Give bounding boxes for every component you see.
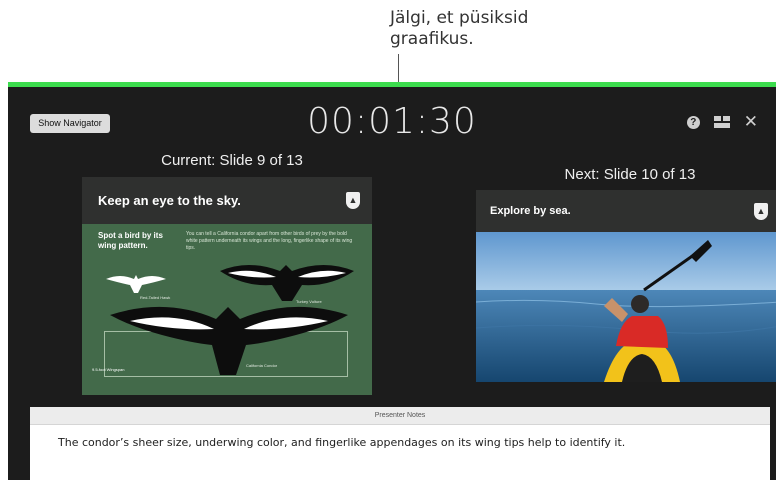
layout-cell <box>713 116 721 121</box>
presenter-display: Show Navigator 00:01:30 ? ✕ Current: Sli… <box>8 87 776 480</box>
current-slide-title: Keep an eye to the sky. <box>98 193 241 208</box>
current-slide-body: You can tell a California condor apart f… <box>186 231 353 251</box>
park-badge-icon: ▲ <box>754 202 768 220</box>
top-right-controls: ? ✕ <box>686 114 758 131</box>
layout-cell <box>713 123 730 128</box>
elapsed-timer[interactable]: 00:01:30 <box>8 101 776 142</box>
next-slide-title: Explore by sea. <box>490 205 571 217</box>
presenter-notes-header: Presenter Notes <box>30 407 770 425</box>
presenter-notes-panel[interactable]: Presenter Notes The condor’s sheer size,… <box>30 407 770 480</box>
kayak-photo <box>476 232 776 382</box>
current-slide-preview[interactable]: Keep an eye to the sky. ▲ Spot a bird by… <box>82 177 372 395</box>
presenter-notes-text[interactable]: The condor’s sheer size, underwing color… <box>30 425 770 449</box>
next-slide-preview[interactable]: Explore by sea. ▲ <box>476 190 776 382</box>
help-icon[interactable]: ? <box>686 115 700 129</box>
park-badge-icon: ▲ <box>346 192 360 209</box>
close-icon[interactable]: ✕ <box>744 114 758 131</box>
callout-line-1: Jälgi, et püsiksid <box>390 8 529 28</box>
layout-cell <box>722 116 730 121</box>
current-slide-subtitle: Spot a bird by its wing pattern. <box>98 231 163 250</box>
condor-label: California Condor <box>246 363 278 368</box>
layout-icon[interactable] <box>713 116 730 128</box>
current-slide-header: Keep an eye to the sky. ▲ <box>82 177 372 224</box>
condor-silhouette-icon <box>110 306 348 375</box>
callout-line-2: graafikus. <box>390 29 474 49</box>
hawk-silhouette-icon <box>106 275 166 293</box>
wingspan-caption: 9.5-foot Wingspan <box>92 367 125 372</box>
current-slide-label: Current: Slide 9 of 13 <box>161 152 303 169</box>
next-slide-header: Explore by sea. ▲ <box>476 190 776 232</box>
callout-annotation: Jälgi, et püsiksid graafikus. <box>390 8 590 50</box>
next-slide-label: Next: Slide 10 of 13 <box>564 166 696 183</box>
